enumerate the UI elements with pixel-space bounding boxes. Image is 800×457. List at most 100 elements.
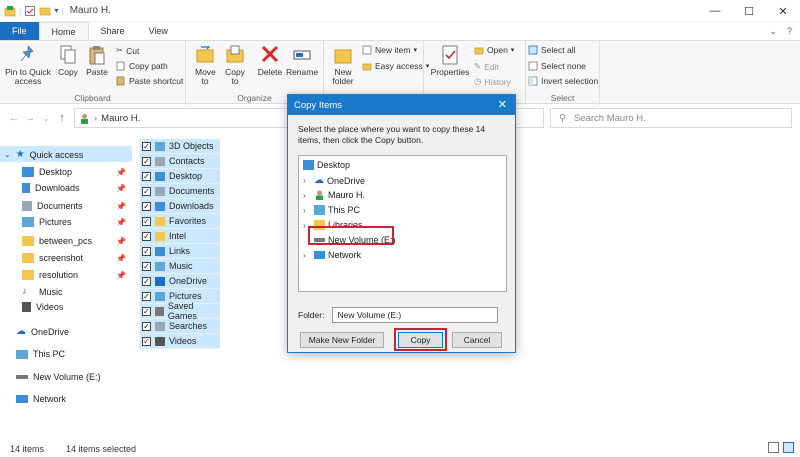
minimize-button[interactable]: — <box>698 0 732 22</box>
list-item[interactable]: ✓ Links <box>140 244 220 259</box>
list-item[interactable]: ✓ Videos <box>140 334 220 349</box>
copy-button[interactable]: Copy <box>55 44 81 77</box>
breadcrumb[interactable]: Mauro H. <box>101 113 140 124</box>
search-input[interactable]: ⚲ Search Mauro H. <box>550 108 792 128</box>
collapse-ribbon-icon[interactable]: ⌄ <box>769 26 777 37</box>
nav-onedrive[interactable]: ☁ OneDrive <box>16 326 69 337</box>
pin-icon: 📌 <box>116 202 126 211</box>
properties-button[interactable]: Properties <box>428 44 472 77</box>
list-item[interactable]: ✓ Favorites <box>140 214 220 229</box>
new-folder-icon[interactable] <box>39 5 51 17</box>
copy-path-button[interactable]: Copy path <box>116 61 168 71</box>
list-item[interactable]: ✓ Music <box>140 259 220 274</box>
nav-music[interactable]: ♪ Music <box>22 286 63 297</box>
maximize-button[interactable]: ☐ <box>732 0 766 22</box>
nav-documents[interactable]: Documents <box>22 201 83 211</box>
tree-onedrive[interactable]: › ☁ OneDrive <box>303 175 365 186</box>
checkbox-icon[interactable]: ✓ <box>142 261 151 271</box>
forward-arrow-icon[interactable]: → <box>22 112 38 124</box>
tree-user[interactable]: › Mauro H. <box>303 190 365 200</box>
checkbox-icon[interactable]: ✓ <box>142 336 151 346</box>
checkbox-icon[interactable]: ✓ <box>142 276 151 286</box>
checkbox-icon[interactable]: ✓ <box>142 186 151 196</box>
explorer-icon[interactable] <box>4 5 16 17</box>
nav-between-pcs[interactable]: between_pcs <box>22 236 92 246</box>
nav-desktop[interactable]: Desktop <box>22 167 72 177</box>
tree-network[interactable]: › Network <box>303 250 361 260</box>
expand-arrow-icon[interactable]: › <box>303 191 311 200</box>
tree-desktop[interactable]: Desktop <box>303 160 350 170</box>
list-item[interactable]: ✓ 3D Objects <box>140 139 220 154</box>
open-button[interactable]: Open ▾ <box>474 45 514 55</box>
delete-button[interactable]: Delete <box>256 44 284 77</box>
checkbox-icon[interactable]: ✓ <box>142 321 151 331</box>
dialog-close-icon[interactable]: ✕ <box>498 98 507 111</box>
paste-shortcut-button[interactable]: Paste shortcut <box>116 76 183 86</box>
open-icon <box>474 47 484 55</box>
list-item[interactable]: ✓ Intel <box>140 229 220 244</box>
edit-button[interactable]: ✎ Edit <box>474 61 499 72</box>
nav-downloads[interactable]: Downloads <box>22 183 80 193</box>
list-item[interactable]: ✓ Documents <box>140 184 220 199</box>
easy-access-button[interactable]: Easy access ▾ <box>362 61 429 71</box>
nav-this-pc[interactable]: This PC <box>16 349 65 359</box>
tab-file[interactable]: File <box>0 22 39 40</box>
tree-this-pc[interactable]: › This PC <box>303 205 360 215</box>
nav-network[interactable]: Network <box>16 394 66 404</box>
make-new-folder-button[interactable]: Make New Folder <box>300 332 384 348</box>
list-item[interactable]: ✓ Contacts <box>140 154 220 169</box>
copy-to-button[interactable]: Copy to <box>222 44 248 86</box>
new-folder-button[interactable]: New folder <box>328 44 358 86</box>
select-none-button[interactable]: Select none <box>528 61 586 71</box>
large-icons-view-icon[interactable] <box>783 442 794 453</box>
cancel-button[interactable]: Cancel <box>452 332 502 348</box>
pin-quick-access-button[interactable]: Pin to Quick access <box>4 44 52 86</box>
paste-shortcut-icon <box>116 76 125 86</box>
list-item[interactable]: ✓ Saved Games <box>140 301 220 321</box>
checkbox-icon[interactable]: ✓ <box>142 306 151 316</box>
cut-button[interactable]: ✂ Cut <box>116 45 139 56</box>
checkbox-icon[interactable]: ✓ <box>142 231 151 241</box>
tab-view[interactable]: View <box>137 22 180 40</box>
nav-screenshot[interactable]: screenshot <box>22 253 83 263</box>
help-icon[interactable]: ? <box>787 26 792 36</box>
checkbox-icon[interactable]: ✓ <box>142 201 151 211</box>
list-item[interactable]: ✓ Desktop <box>140 169 220 184</box>
history-button[interactable]: ◷ History <box>474 76 511 87</box>
move-to-button[interactable]: Move to <box>192 44 218 86</box>
up-arrow-icon[interactable]: ↑ <box>54 112 70 124</box>
close-button[interactable]: ✕ <box>766 0 800 22</box>
expand-arrow-icon[interactable]: › <box>303 251 311 260</box>
recent-chevron-icon[interactable]: ⌄ <box>38 114 54 123</box>
folder-field[interactable] <box>332 307 499 323</box>
nav-resolution[interactable]: resolution <box>22 270 78 280</box>
checkbox-icon[interactable]: ✓ <box>142 216 151 226</box>
nav-quick-access[interactable]: ⌄ ★ Quick access <box>4 149 83 160</box>
select-all-button[interactable]: Select all <box>528 45 576 55</box>
tab-home[interactable]: Home <box>38 22 89 40</box>
list-item[interactable]: ✓ OneDrive <box>140 274 220 289</box>
details-view-icon[interactable] <box>768 442 779 453</box>
checkbox-icon[interactable]: ✓ <box>142 171 151 181</box>
checkbox-icon[interactable]: ✓ <box>142 246 151 256</box>
checkbox-icon[interactable]: ✓ <box>142 141 151 151</box>
expand-arrow-icon[interactable]: › <box>303 176 311 185</box>
nav-new-volume[interactable]: New Volume (E:) <box>16 372 101 382</box>
back-arrow-icon[interactable]: ← <box>6 112 22 124</box>
tab-share[interactable]: Share <box>89 22 137 40</box>
customize-qat-icon[interactable]: ▾ <box>54 6 58 15</box>
invert-selection-button[interactable]: Invert selection <box>528 76 598 86</box>
rename-button[interactable]: Rename <box>286 44 318 77</box>
list-item[interactable]: ✓ Searches <box>140 319 220 334</box>
paste-button[interactable]: Paste <box>84 44 110 77</box>
list-item[interactable]: ✓ Downloads <box>140 199 220 214</box>
expand-arrow-icon[interactable]: › <box>303 206 311 215</box>
new-item-button[interactable]: New item ▾ <box>362 45 417 55</box>
nav-pictures[interactable]: Pictures <box>22 217 72 227</box>
properties-icon[interactable] <box>24 5 36 17</box>
checkbox-icon[interactable]: ✓ <box>142 291 151 301</box>
checkbox-icon[interactable]: ✓ <box>142 156 151 166</box>
select-label: Select <box>550 93 575 103</box>
nav-videos[interactable]: Videos <box>22 302 63 312</box>
chevron-down-icon: ⌄ <box>4 150 11 159</box>
